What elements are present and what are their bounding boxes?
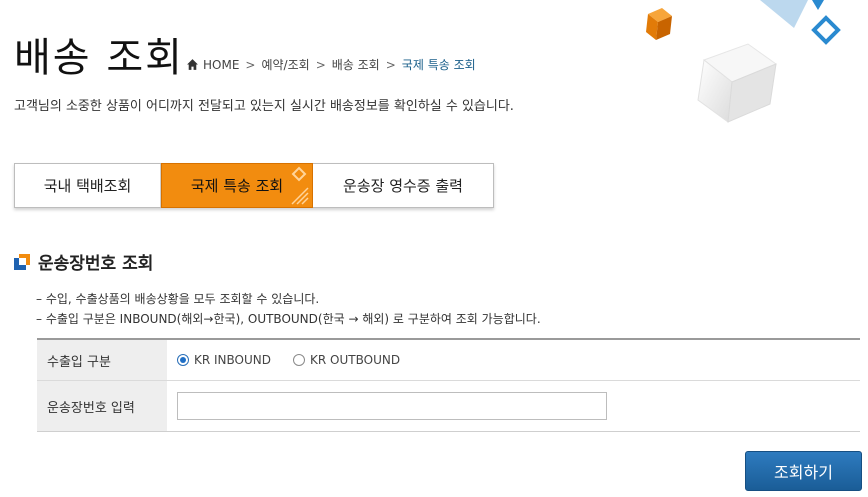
section-header: 운송장번호 조회 (14, 249, 153, 274)
direction-row: 수출입 구분 KR INBOUND KR OUTBOUND (37, 340, 860, 381)
waybill-row: 운송장번호 입력 (37, 381, 860, 431)
page-subtitle: 고객님의 소중한 상품이 어디까지 전달되고 있는지 실시간 배송정보를 확인하… (14, 99, 514, 114)
direction-label: 수출입 구분 (37, 340, 167, 380)
radio-checked-icon[interactable] (177, 354, 189, 366)
orange-cube-decoration (646, 8, 672, 40)
breadcrumb-separator: > (385, 57, 396, 72)
radio-label: KR INBOUND (194, 353, 272, 367)
search-form: 수출입 구분 KR INBOUND KR OUTBOUND 운송장번호 입력 (37, 338, 860, 432)
notes: – 수입, 수출상품의 배송상황을 모두 조회할 수 있습니다. – 수출입 구… (36, 289, 541, 329)
search-button[interactable]: 조회하기 (745, 451, 862, 491)
tab-diamond-icon (291, 166, 309, 205)
section-title: 운송장번호 조회 (38, 254, 154, 274)
note-line: – 수출입 구분은 INBOUND(해외→한국), OUTBOUND(한국 → … (36, 312, 541, 326)
tab-international-express[interactable]: 국제 특송 조회 (161, 163, 313, 208)
radio-kr-outbound[interactable]: KR OUTBOUND (293, 353, 400, 367)
breadcrumb: HOME > 예약/조회 > 배송 조회 > 국제 특송 조회 (186, 56, 476, 73)
breadcrumb-reservation[interactable]: 예약/조회 (261, 56, 309, 73)
breadcrumb-current: 국제 특송 조회 (401, 58, 476, 72)
breadcrumb-separator: > (315, 57, 326, 72)
page-title: 배송 조회 (14, 35, 184, 81)
section-square-icon (14, 253, 30, 270)
breadcrumb-delivery[interactable]: 배송 조회 (332, 56, 380, 73)
blue-diamond-decoration (760, 0, 868, 45)
tab-label: 국제 특송 조회 (190, 177, 284, 195)
radio-label: KR OUTBOUND (310, 353, 401, 367)
waybill-number-input[interactable] (177, 392, 607, 420)
radio-unchecked-icon[interactable] (293, 354, 306, 366)
direction-options: KR INBOUND KR OUTBOUND (167, 340, 860, 380)
breadcrumb-separator: > (245, 57, 256, 72)
note-line: – 수입, 수출상품의 배송상황을 모두 조회할 수 있습니다. (36, 292, 320, 306)
tab-bar: 국내 택배조회 국제 특송 조회 운송장 영수증 출력 (14, 163, 494, 208)
home-icon[interactable] (186, 58, 199, 71)
breadcrumb-home[interactable]: HOME (203, 58, 239, 72)
radio-kr-inbound[interactable]: KR INBOUND (177, 353, 271, 367)
tab-waybill-receipt[interactable]: 운송장 영수증 출력 (313, 164, 493, 207)
tab-domestic-parcel[interactable]: 국내 택배조회 (15, 164, 161, 207)
waybill-label: 운송장번호 입력 (37, 381, 167, 431)
